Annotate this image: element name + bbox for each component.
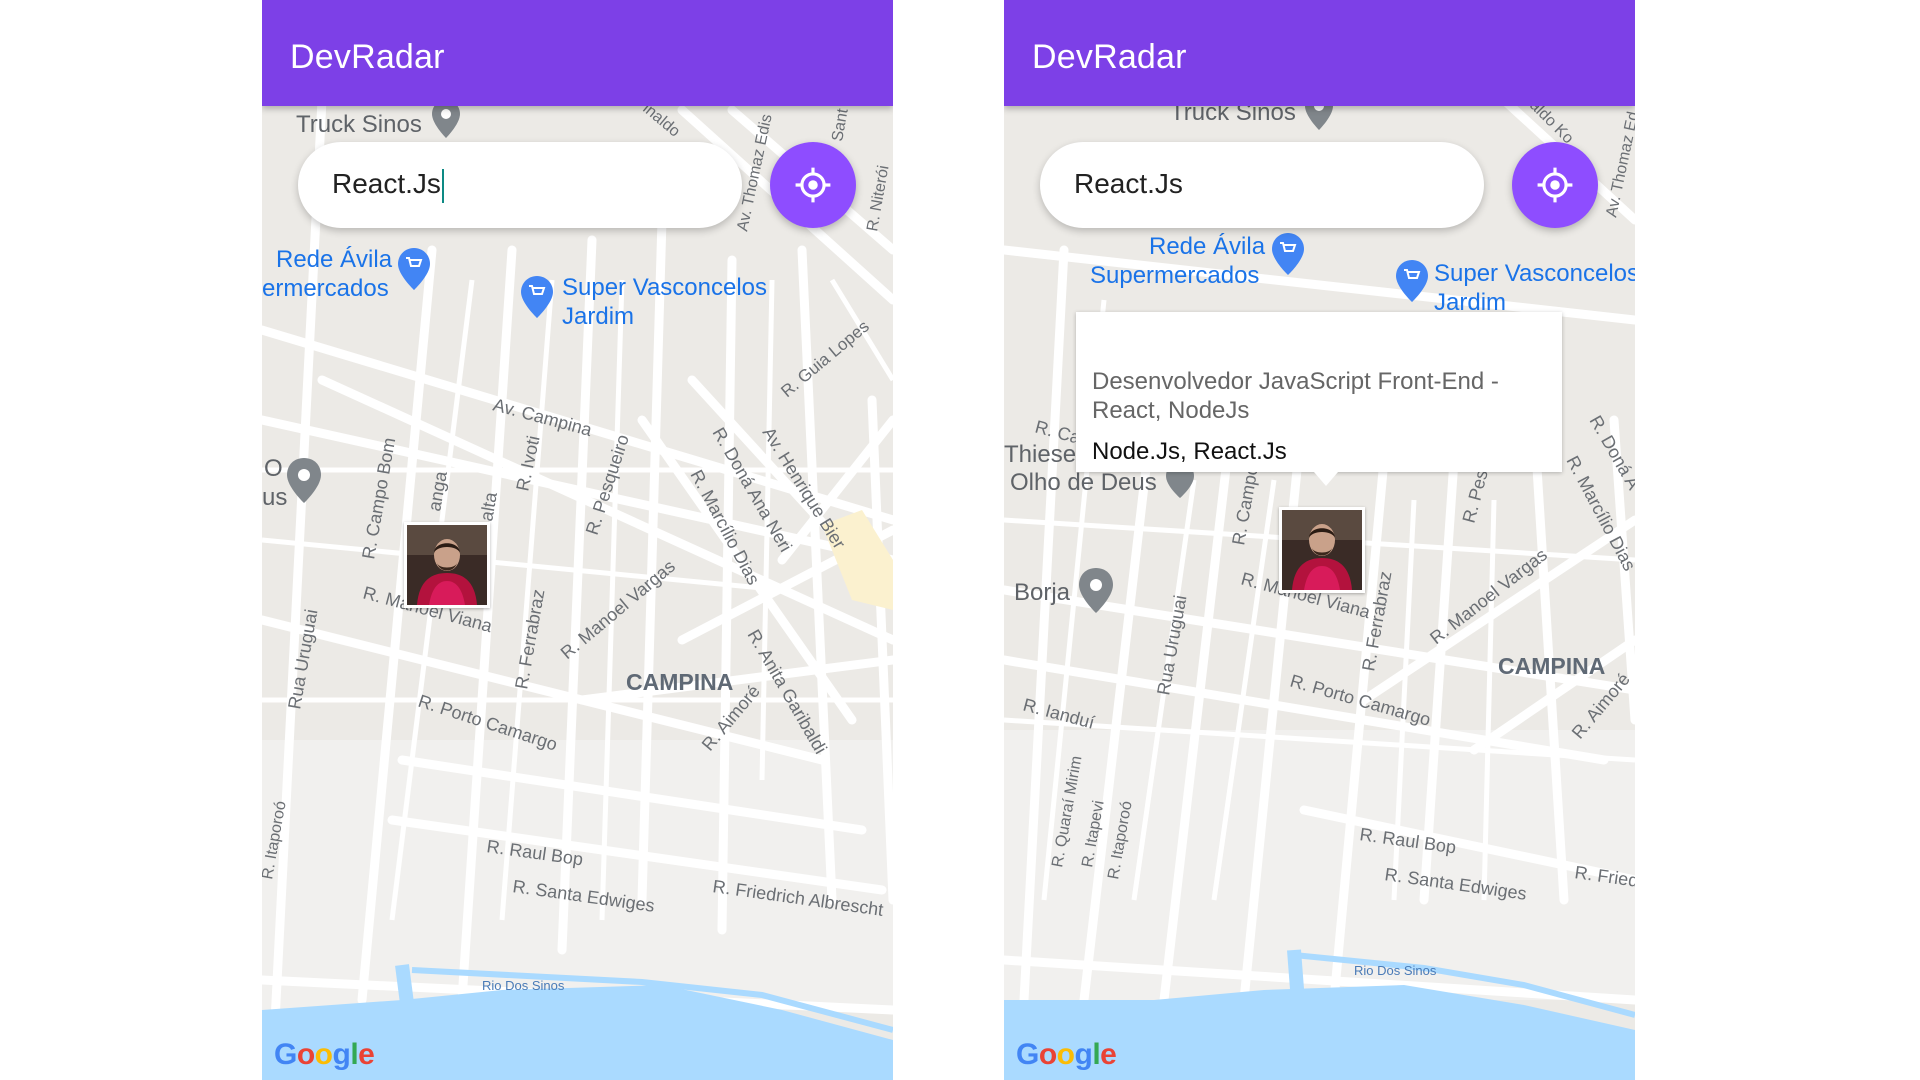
dev-techs: Node.Js, React.Js xyxy=(1092,438,1287,465)
phone-screen-search: Truck Sinos Rede Ávila ermercados Super … xyxy=(262,0,893,1080)
map-label: Rio Dos Sinos xyxy=(482,978,565,993)
locate-button[interactable] xyxy=(770,142,856,228)
avatar xyxy=(407,525,487,605)
gps-fixed-icon xyxy=(1537,167,1573,203)
google-logo: Google xyxy=(274,1038,375,1071)
text-cursor xyxy=(441,168,444,203)
map-label: Truck Sinos xyxy=(296,111,422,138)
map-label: Supermercados xyxy=(1090,262,1259,289)
app-title: DevRadar xyxy=(290,38,445,76)
dev-bio: Desenvolvedor JavaScript Front-End - Rea… xyxy=(1092,368,1499,424)
map-label: Super Vasconcelos xyxy=(562,274,767,301)
search-input-value[interactable]: React.Js xyxy=(332,168,444,203)
search-input-value[interactable]: React.Js xyxy=(1074,168,1183,200)
map-label: Jardim xyxy=(562,303,634,330)
map-label: Rio Dos Sinos xyxy=(1354,963,1437,978)
map-label: O xyxy=(264,455,283,482)
tech-search-input[interactable]: React.Js xyxy=(298,142,742,228)
map-label: Super Vasconcelos xyxy=(1434,260,1635,287)
map-label: us xyxy=(262,484,287,511)
phone-screen-callout: Truck Sinos Rede Ávila Supermercados Sup… xyxy=(1004,0,1635,1080)
google-logo: Google xyxy=(1016,1038,1117,1071)
map-label: Borja xyxy=(1014,579,1071,606)
dev-avatar-marker[interactable] xyxy=(404,522,490,608)
avatar xyxy=(1282,510,1362,590)
dev-avatar-marker[interactable] xyxy=(1279,507,1365,593)
tech-search-input[interactable]: React.Js xyxy=(1040,142,1484,228)
map-label: ermercados xyxy=(262,275,389,302)
app-bar: DevRadar xyxy=(262,0,893,106)
app-bar: DevRadar xyxy=(1004,0,1635,106)
map-label: CAMPINA xyxy=(1498,653,1605,679)
app-title: DevRadar xyxy=(1032,38,1187,76)
dev-callout[interactable]: Desenvolvedor JavaScript Front-End - Rea… xyxy=(1076,312,1562,486)
map-label: Rede Ávila xyxy=(276,246,393,273)
locate-button[interactable] xyxy=(1512,142,1598,228)
map-label: Rede Ávila xyxy=(1149,233,1266,260)
map-label: Olho de Deus xyxy=(1010,469,1157,496)
map-label: CAMPINA xyxy=(626,669,733,695)
gps-fixed-icon xyxy=(795,167,831,203)
